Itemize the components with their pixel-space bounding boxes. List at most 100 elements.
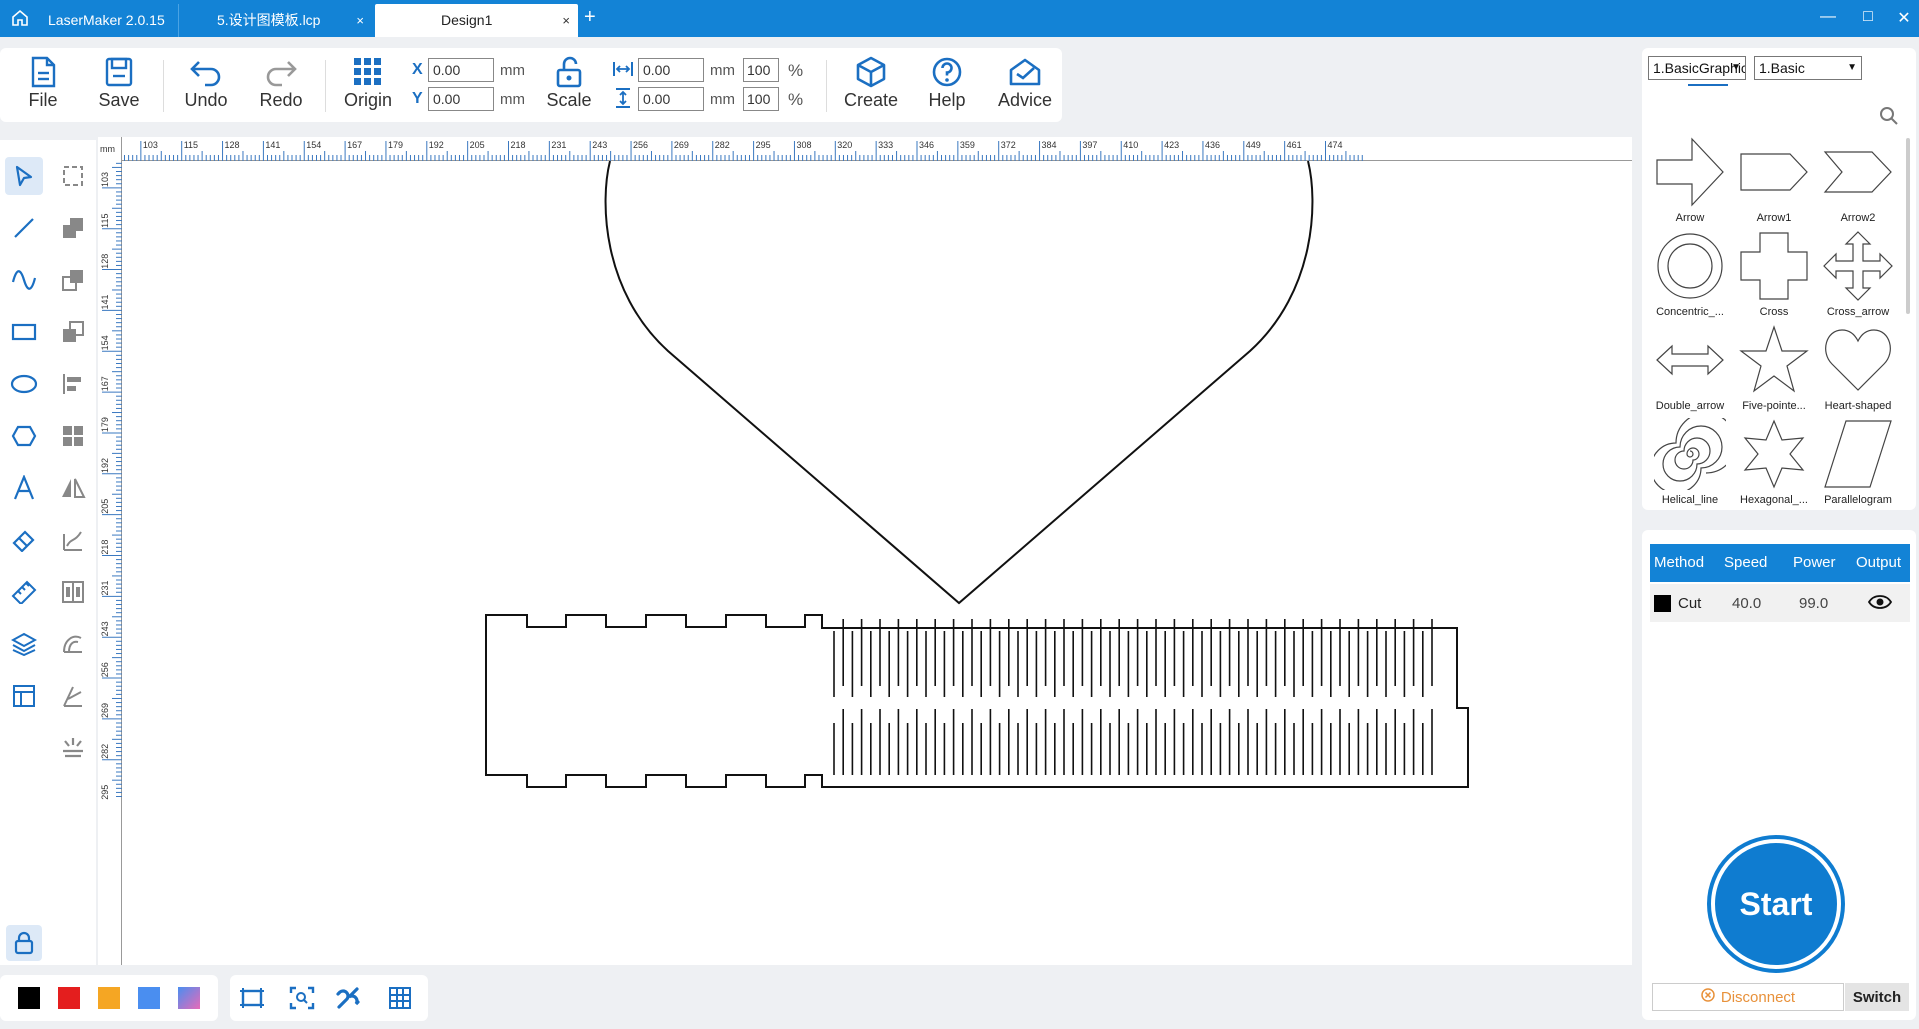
ruler-label: 295 [756,140,771,150]
library-category-select[interactable]: 1.BasicGraphics ▼ [1648,56,1746,80]
array-icon[interactable] [54,417,92,455]
line-tool-icon[interactable] [5,209,43,247]
rectangle-tool-icon[interactable] [5,313,43,351]
shape-five-pointed-star[interactable]: Five-pointe... [1732,324,1816,418]
speed-header: Speed [1724,554,1768,571]
eraser-icon[interactable] [5,521,43,559]
design-drawing[interactable] [122,161,1632,965]
ruler-label: 141 [100,295,110,310]
switch-button[interactable]: Switch [1845,983,1909,1011]
height-icon [612,88,634,113]
mirror-icon[interactable] [54,469,92,507]
redo-button[interactable]: Redo [246,54,316,120]
ruler-label: 295 [100,785,110,800]
shape-name: Cross [1759,306,1789,318]
ruler-label: 243 [100,621,110,636]
color-swatch-blue[interactable] [138,987,160,1009]
home-icon[interactable] [10,8,34,30]
close-icon[interactable]: × [356,4,364,37]
layer-power[interactable]: 99.0 [1799,595,1828,612]
fit-view-icon[interactable] [238,984,266,1012]
shape-double-arrow[interactable]: Double_arrow [1648,324,1732,418]
tab-file-template[interactable]: 5.设计图模板.lcp × [178,4,374,37]
shape-cross[interactable]: Cross [1732,230,1816,324]
ruler-unit: mm [100,144,115,154]
text-tool-icon[interactable] [5,469,43,507]
start-button[interactable]: Start [1711,839,1841,969]
align-icon[interactable] [54,365,92,403]
undo-button[interactable]: Undo [171,54,241,120]
select-tool-icon[interactable] [5,157,43,195]
shape-concentric[interactable]: Concentric_... [1648,230,1732,324]
tab-design1[interactable]: Design1 × [375,4,578,37]
lock-button[interactable] [6,925,42,961]
chevron-down-icon: ▼ [1847,62,1857,73]
layer-color-swatch[interactable] [1654,595,1671,612]
laser-icon[interactable] [54,729,92,767]
layer-speed[interactable]: 40.0 [1732,595,1761,612]
origin-label: Origin [343,90,392,110]
eye-icon[interactable] [1867,593,1893,615]
origin-button[interactable]: Origin [333,54,403,120]
shape-cross-arrow[interactable]: Cross_arrow [1816,230,1900,324]
scale-lock-button[interactable]: Scale [534,54,604,120]
create-button[interactable]: Create [836,54,906,120]
library-scrollbar[interactable] [1906,138,1910,314]
color-swatch-black[interactable] [18,987,40,1009]
shape-arrow[interactable]: Arrow [1648,136,1732,230]
search-icon[interactable] [1879,106,1899,126]
ellipse-tool-icon[interactable] [5,365,43,403]
curve-tool-icon[interactable] [5,261,43,299]
node-edit-icon[interactable] [54,157,92,195]
magnet-snap-icon[interactable] [334,984,362,1012]
close-window-button[interactable]: ✕ [1892,8,1916,28]
arrange-icon[interactable] [54,573,92,611]
save-button[interactable]: Save [84,54,154,120]
combine-icon[interactable] [54,209,92,247]
height-input[interactable] [638,87,704,111]
shape-heart[interactable]: Heart-shaped [1816,324,1900,418]
copy-icon[interactable] [54,261,92,299]
color-swatch-orange[interactable] [98,987,120,1009]
shape-parallelogram[interactable]: Parallelogram [1816,418,1900,512]
file-button[interactable]: File [8,54,78,120]
design-canvas[interactable] [122,161,1632,965]
tab-label: 5.设计图模板.lcp [217,12,321,28]
layer-method[interactable]: Cut [1678,595,1701,612]
minimize-button[interactable]: — [1816,8,1840,26]
layout-icon[interactable] [5,677,43,715]
shape-helical-line[interactable]: Helical_line [1648,418,1732,512]
grid-toggle-icon[interactable] [386,984,414,1012]
width-percent-input[interactable] [743,58,779,82]
group-icon[interactable] [54,313,92,351]
zoom-selection-icon[interactable] [288,984,316,1012]
y-position-input[interactable] [428,87,494,111]
add-tab-button[interactable]: + [584,6,596,29]
advice-button[interactable]: Advice [990,54,1060,120]
shape-arrow2[interactable]: Arrow2 [1816,136,1900,230]
ruler-label: 282 [715,140,730,150]
measure-icon[interactable] [5,573,43,611]
chevron-down-icon: ▼ [1731,62,1741,73]
layers-icon[interactable] [5,625,43,663]
offset-icon[interactable] [54,677,92,715]
library-subcategory-select[interactable]: 1.Basic ▼ [1754,56,1862,80]
disconnect-button[interactable]: Disconnect [1652,983,1844,1011]
width-input[interactable] [638,58,704,82]
maximize-button[interactable]: □ [1856,8,1880,26]
layer-row[interactable]: Cut 40.0 99.0 [1650,584,1910,622]
shape-hexagonal-star[interactable]: Hexagonal_... [1732,418,1816,512]
x-position-input[interactable] [428,58,494,82]
close-icon[interactable]: × [562,4,570,37]
ruler-label: 410 [1123,140,1138,150]
help-button[interactable]: Help [912,54,982,120]
smooth-icon[interactable] [54,521,92,559]
color-swatch-gradient[interactable] [178,987,200,1009]
polygon-tool-icon[interactable] [5,417,43,455]
color-palette [0,975,218,1021]
height-unit: mm [710,91,735,108]
color-swatch-red[interactable] [58,987,80,1009]
shape-arrow1[interactable]: Arrow1 [1732,136,1816,230]
bending-icon[interactable] [54,625,92,663]
height-percent-input[interactable] [743,87,779,111]
